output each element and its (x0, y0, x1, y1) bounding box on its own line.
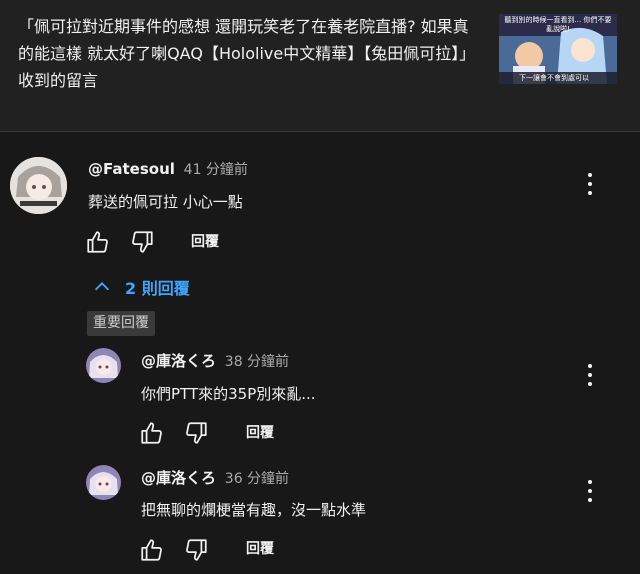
reply-author[interactable]: @庫洛くろ (141, 352, 216, 370)
reply-author[interactable]: @庫洛くろ (141, 469, 216, 487)
comment-author-line: @Fatesoul 41 分鐘前 (88, 159, 248, 179)
dislike-icon (186, 539, 207, 561)
more-vert-dot (588, 382, 592, 386)
comment-menu-button[interactable] (580, 170, 600, 198)
reply-avatar[interactable] (86, 465, 121, 500)
like-button[interactable] (139, 537, 165, 563)
reply-avatar[interactable] (86, 348, 121, 383)
reply-time[interactable]: 36 分鐘前 (225, 471, 289, 487)
more-vert-dot (588, 191, 592, 195)
reply-author-line: @庫洛くろ 38 分鐘前 (141, 350, 289, 371)
replies-toggle[interactable]: 2 則回覆 (91, 274, 190, 300)
more-vert-dot (588, 182, 592, 186)
more-vert-icon (588, 480, 592, 484)
reply-menu-button[interactable] (580, 477, 600, 505)
like-button[interactable] (139, 420, 165, 446)
comment-text: 葬送的佩可拉 小心一點 (88, 193, 243, 211)
reply-time[interactable]: 38 分鐘前 (225, 354, 289, 370)
more-vert-icon (588, 364, 592, 368)
like-button[interactable] (85, 229, 111, 255)
dislike-button[interactable] (129, 229, 155, 255)
reply-text: 把無聊的爛梗當有趣，沒一點水準 (141, 501, 367, 519)
thumbnail-caption-top: 聽到別的時候一直看到... 你們不要亂說啦! (504, 16, 612, 33)
video-header: 「佩可拉對近期事件的感想 還開玩笑老了在養老院直播? 如果真的能這樣 就太好了喇… (0, 0, 640, 132)
reply-author-line: @庫洛くろ 36 分鐘前 (141, 467, 289, 488)
sort-chip[interactable]: 重要回覆 (87, 311, 155, 336)
reply-text: 你們PTT來的35P別來亂... (141, 385, 316, 403)
more-vert-dot (588, 498, 592, 502)
more-vert-dot (588, 373, 592, 377)
comment-reply-button[interactable]: 回覆 (191, 231, 219, 251)
more-vert-icon (588, 173, 592, 177)
reply-reply-button[interactable]: 回覆 (246, 422, 274, 442)
thumbnail-caption-bottom: 下一讓會不會到處可以 (519, 74, 589, 82)
commenter-avatar[interactable] (10, 157, 67, 214)
like-icon (141, 539, 162, 561)
dislike-icon (132, 231, 153, 253)
like-icon (141, 422, 162, 444)
reply-menu-button[interactable] (580, 361, 600, 389)
reply-reply-button[interactable]: 回覆 (246, 538, 274, 558)
replies-toggle-label: 2 則回覆 (125, 279, 190, 298)
comment-time[interactable]: 41 分鐘前 (184, 162, 248, 178)
comment-author[interactable]: @Fatesoul (88, 160, 175, 178)
like-icon (87, 231, 108, 253)
dislike-button[interactable] (183, 420, 209, 446)
video-thumbnail[interactable]: 聽到別的時候一直看到... 你們不要亂說啦! 下一讓會不會到處可以 (499, 14, 617, 84)
more-vert-dot (588, 489, 592, 493)
video-title[interactable]: 「佩可拉對近期事件的感想 還開玩笑老了在養老院直播? 如果真的能這樣 就太好了喇… (18, 13, 478, 94)
chevron-up-icon (94, 282, 110, 291)
dislike-icon (186, 422, 207, 444)
dislike-button[interactable] (183, 537, 209, 563)
